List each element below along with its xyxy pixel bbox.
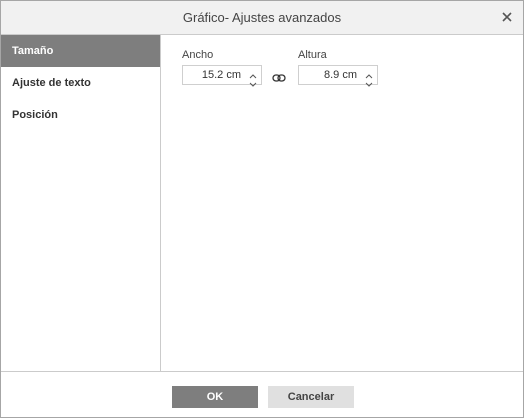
chevron-up-icon[interactable] [364,67,374,79]
chevron-up-icon[interactable] [248,67,258,79]
sidebar-item-position[interactable]: Posición [1,99,160,131]
width-label: Ancho [182,49,214,61]
dialog-title: Gráfico- Ajustes avanzados [182,10,342,25]
cancel-button[interactable]: Cancelar [268,386,354,408]
dialog-titlebar: Gráfico- Ajustes avanzados [1,1,523,35]
link-icon[interactable] [272,70,286,82]
close-icon[interactable] [499,9,515,25]
height-spinner[interactable]: 8.9 cm [298,65,378,87]
width-spinner[interactable]: 15.2 cm [182,65,262,87]
advanced-settings-dialog: Gráfico- Ajustes avanzados Tamaño Ajuste… [0,0,524,418]
ok-button[interactable]: OK [172,386,258,408]
sidebar-item-text-wrap[interactable]: Ajuste de texto [1,67,160,99]
height-label: Altura [298,49,327,61]
width-input[interactable]: 15.2 cm [202,66,241,84]
sidebar-item-size[interactable]: Tamaño [1,35,160,67]
height-spin-arrows [364,67,374,87]
dialog-footer: OK Cancelar [1,371,523,417]
size-panel: Ancho 15.2 cm Altura 8.9 cm [161,35,523,371]
chevron-down-icon[interactable] [364,76,374,87]
width-spin-arrows [248,67,258,87]
height-input[interactable]: 8.9 cm [324,66,357,84]
chevron-down-icon[interactable] [248,76,258,87]
settings-sidebar: Tamaño Ajuste de texto Posición [1,35,161,371]
